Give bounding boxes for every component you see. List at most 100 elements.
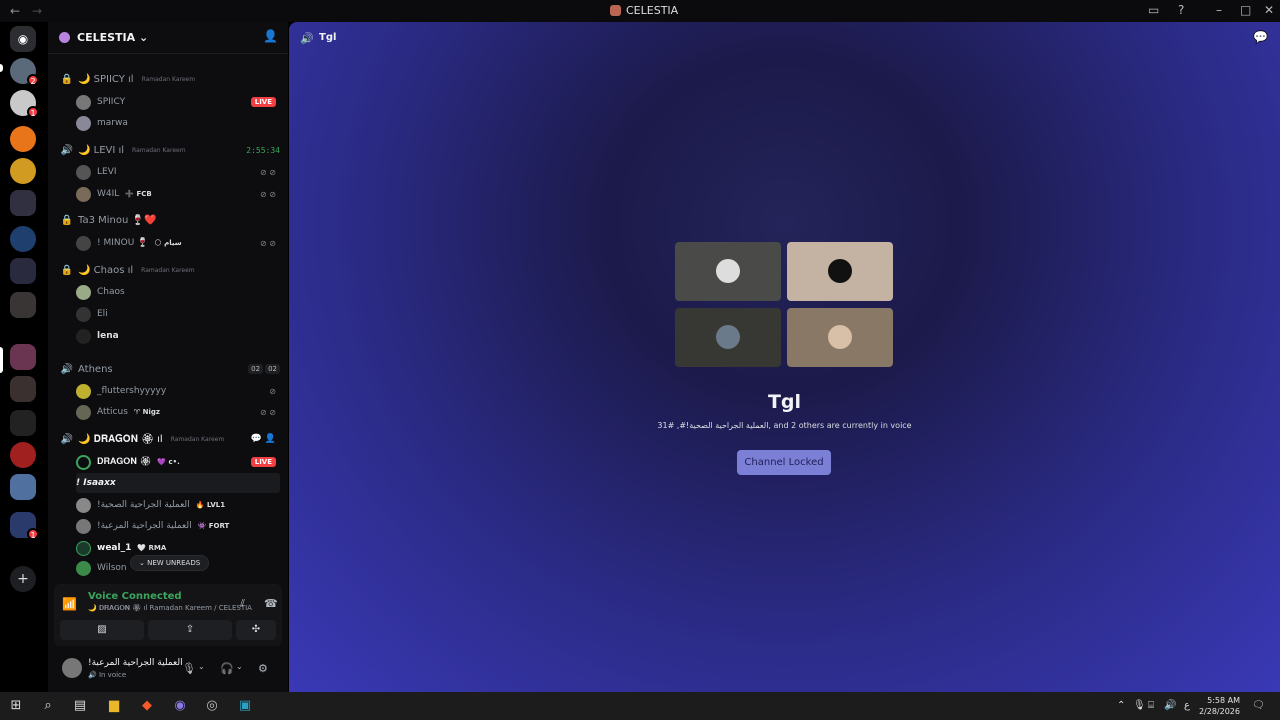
channel-name: 🌙 SPIICY ıl (78, 73, 134, 85)
volume-icon[interactable]: 🔊 (1164, 700, 1176, 711)
brave-browser-icon[interactable]: ◆ (139, 698, 155, 714)
noise-suppression-icon[interactable]: ⫽ (240, 597, 245, 611)
channel-name: 🌙 Chaos ıl (78, 264, 134, 276)
muted-deafened-icon: ⊘ ⊘ (260, 407, 276, 417)
server-folder-icon[interactable]: 1 (10, 512, 39, 540)
voice-user[interactable]: W4IL ➕ FCB ⊘ ⊘ (76, 184, 280, 204)
voice-channel[interactable]: 🔊 Athens 02 02 (60, 360, 280, 378)
invite-icon[interactable]: 👤 (263, 29, 278, 43)
network-icon[interactable]: ⌸ (1148, 700, 1154, 711)
participant-tile[interactable] (675, 242, 781, 301)
file-explorer-icon[interactable]: ▆ (106, 698, 122, 714)
server-icon[interactable] (10, 158, 36, 184)
server-folder-icon[interactable] (10, 344, 36, 370)
gear-icon[interactable]: ⚙ (258, 662, 268, 675)
maximize-icon[interactable]: □ (1240, 3, 1251, 17)
share-screen-button[interactable]: ⇪ (148, 620, 232, 640)
server-header[interactable]: CELESTIA ⌄ 👤 (48, 22, 288, 54)
voice-status-title[interactable]: Voice Connected (88, 591, 182, 602)
minimize-icon[interactable]: – (1216, 3, 1222, 17)
live-badge: LIVE (250, 457, 276, 467)
microphone-icon[interactable]: 🎙 (182, 662, 196, 675)
voice-channel[interactable]: 🔊 🌙 LEVI ıl Ramadan Kareem 2:55:34 (60, 141, 280, 159)
user-name: Eli (97, 309, 108, 319)
voice-user[interactable]: 𝐃𝐑𝐀𝐆𝐎𝐍 🏵 💜 c•. LIVE (76, 452, 280, 472)
language-indicator[interactable]: ع (1184, 700, 1190, 711)
server-icon[interactable] (10, 442, 36, 468)
server-folder-icon[interactable] (10, 410, 36, 436)
chevron-down-icon[interactable]: ⌄ (198, 662, 205, 671)
voice-user[interactable]: _fluttershyyyyy ⊘ (76, 381, 280, 401)
user-display-name[interactable]: !العملية الجراحية المرعبة (88, 658, 183, 668)
discord-taskbar-icon[interactable]: ◉ (172, 698, 188, 714)
voice-user[interactable]: Atticus ♈ Nigz ⊘ ⊘ (76, 402, 280, 422)
voice-user[interactable]: LEVI ⊘ ⊘ (76, 162, 280, 182)
server-icon[interactable]: 1 (10, 90, 39, 118)
channel-header-title: Tgl (319, 32, 337, 43)
voice-channel[interactable]: 🔊 🌙 𝐃𝐑𝐀𝐆𝐎𝐍 🏵 ıl Ramadan Kareem 💬 👤 (60, 430, 280, 448)
server-icon[interactable] (10, 226, 36, 252)
chevron-down-icon[interactable]: ⌄ (236, 662, 243, 671)
disconnect-icon[interactable]: ☎ (264, 597, 278, 610)
voice-user[interactable]: lena (76, 326, 280, 346)
new-unreads-button[interactable]: ⌄ NEW UNREADS (130, 555, 210, 571)
voice-user[interactable]: Chaos (76, 282, 280, 302)
voice-user[interactable]: ! Isaaxx (76, 473, 280, 493)
add-server-icon[interactable]: + (10, 566, 36, 592)
server-icon[interactable] (10, 126, 36, 152)
signal-icon: 📶 (62, 597, 77, 611)
notifications-icon[interactable]: 🗨 (1252, 700, 1265, 711)
voice-status-channel[interactable]: 🌙 𝐃𝐑𝐀𝐆𝐎𝐍 🏵 ıl Ramadan Kareem / CELESTIA (88, 604, 252, 613)
clock[interactable]: 5:58 AM 2/28/2026 (1199, 695, 1240, 717)
discord-home-icon[interactable]: ◉ (10, 26, 36, 52)
avatar[interactable] (62, 658, 82, 678)
participant-tile[interactable] (787, 308, 893, 367)
headphones-icon[interactable]: 🎧 (220, 662, 234, 675)
camera-off-button[interactable]: ▨ (60, 620, 144, 640)
user-panel: !العملية الجراحية المرعبة 🔊 In voice 🎙 ⌄… (48, 646, 288, 692)
voice-user[interactable]: !العملية الجراحية الصحية 🔥 LVL1 (76, 495, 280, 515)
app-icon[interactable]: ▣ (237, 698, 253, 714)
activities-button[interactable]: ✣ (236, 620, 276, 640)
chat-bubble-icon[interactable]: 💬 (1253, 30, 1268, 44)
obs-icon[interactable]: ◎ (204, 698, 220, 714)
voice-channel[interactable]: 🔒 🌙 Chaos ıl Ramadan Kareem (60, 261, 280, 279)
user-tag: ➕ FCB (125, 190, 152, 198)
show-hidden-icons[interactable]: ⌃ (1117, 700, 1125, 711)
server-folder-icon[interactable] (10, 474, 36, 500)
help-icon[interactable]: ? (1178, 3, 1184, 17)
server-name[interactable]: CELESTIA ⌄ (77, 31, 148, 44)
channel-locked-button[interactable]: Channel Locked (737, 450, 831, 475)
voice-user[interactable]: ! MINOU 🍷 🌕 سيام ⊘ ⊘ (76, 233, 280, 253)
microphone-tray-icon[interactable]: 🎙 (1133, 700, 1146, 711)
server-folder-icon[interactable] (10, 376, 36, 402)
voice-channel[interactable]: 🔒 🌙 SPIICY ıl Ramadan Kareem (60, 70, 280, 88)
user-tag: ♈ Nigz (133, 408, 160, 416)
forward-arrow-icon[interactable]: → (32, 4, 42, 18)
back-arrow-icon[interactable]: ← (10, 4, 20, 18)
channel-name: Athens (78, 363, 113, 375)
windows-start-icon[interactable]: ⊞ (8, 698, 24, 714)
inbox-icon[interactable]: ▭ (1148, 3, 1159, 17)
voice-channel[interactable]: 🔒 Ta3 Minou 🍷❤️ (60, 211, 280, 229)
server-folder-icon[interactable] (10, 292, 36, 318)
chat-invite-icons[interactable]: 💬 👤 (251, 434, 276, 444)
voice-user[interactable]: SPIICY LIVE (76, 92, 280, 112)
voice-user[interactable]: !العملية الجراحية المرعبة 👾 FORT (76, 516, 280, 536)
windows-taskbar: ⊞ ⌕ ▤ ▆ ◆ ◉ ◎ ▣ ⌃ 🎙 ⌸ 🔊 ع 5:58 AM 2/28/20… (0, 692, 1280, 720)
server-icon[interactable]: 2 (10, 58, 39, 86)
voice-connection-panel: 📶 Voice Connected 🌙 𝐃𝐑𝐀𝐆𝐎𝐍 🏵 ıl Ramadan … (54, 584, 282, 646)
voice-user[interactable]: Eli (76, 304, 280, 324)
task-view-icon[interactable]: ▤ (72, 698, 88, 714)
server-folder-icon[interactable] (10, 190, 36, 216)
participant-tile[interactable] (787, 242, 893, 301)
search-icon[interactable]: ⌕ (40, 698, 56, 714)
voice-user[interactable]: marwa (76, 113, 280, 133)
close-icon[interactable]: ✕ (1264, 3, 1274, 17)
server-folder-icon[interactable] (10, 258, 36, 284)
participant-tile[interactable] (675, 308, 781, 367)
server-badge-icon (59, 32, 70, 43)
user-status: 🔊 In voice (88, 671, 127, 679)
user-name: weal_1 (97, 543, 132, 553)
voice-stage: 🔊 Tgl 💬 Tgl العملية الجراحية الصحية!#, #… (289, 22, 1280, 692)
